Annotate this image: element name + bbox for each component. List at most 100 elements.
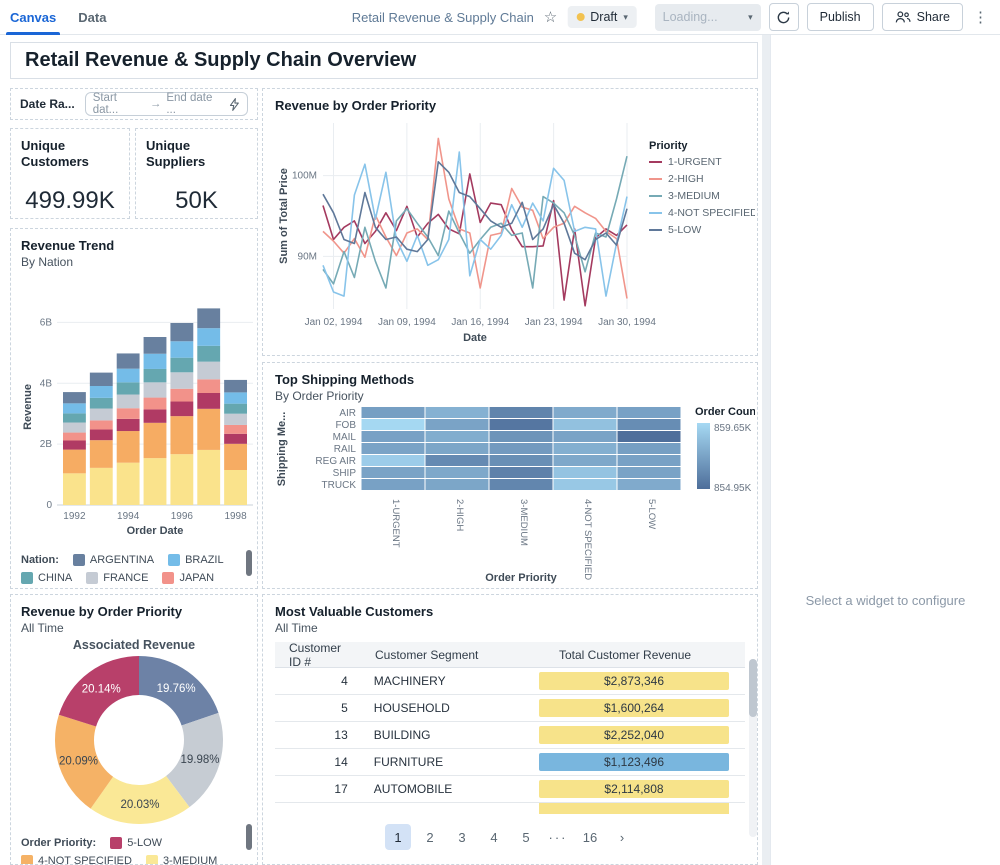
chevron-down-icon: ▾ (748, 12, 753, 23)
svg-text:20.14%: 20.14% (82, 684, 121, 696)
chevron-down-icon: ▾ (623, 12, 628, 23)
mode-tabs: Canvas Data (10, 0, 106, 35)
date-range-label: Date Ra... (20, 97, 75, 111)
svg-text:FOB: FOB (335, 420, 356, 431)
svg-text:Jan 30, 1994: Jan 30, 1994 (598, 317, 656, 328)
priority-donut-chart: 19.76%19.98%20.03%20.09%20.14% (21, 652, 257, 828)
share-button[interactable]: Share (882, 3, 963, 31)
svg-text:2B: 2B (40, 439, 53, 450)
widget-date-range-filter: Date Ra... Start dat... → End date ... (10, 88, 258, 120)
col-header-segment[interactable]: Customer Segment (375, 648, 543, 662)
svg-text:1994: 1994 (117, 511, 140, 522)
publish-button[interactable]: Publish (807, 3, 874, 31)
cell-customer-id: 4 (275, 674, 374, 688)
refresh-button[interactable] (769, 3, 799, 31)
table-scrollbar[interactable] (749, 659, 757, 837)
next-page-button[interactable]: › (609, 824, 635, 850)
chart-subtitle: All Time (21, 621, 257, 635)
table-row[interactable]: 17 AUTOMOBILE $2,114,808 (275, 776, 745, 803)
chart-subtitle: By Order Priority (275, 389, 757, 403)
widget-kpi-unique-suppliers[interactable]: Unique Suppliers 50K (135, 128, 258, 219)
legend-title: Nation: (21, 554, 59, 566)
page-button[interactable]: 5 (513, 824, 539, 850)
date-range-input[interactable]: Start dat... → End date ... (85, 92, 248, 116)
legend-item[interactable]: 5-LOW (110, 837, 162, 849)
tab-data[interactable]: Data (78, 0, 106, 35)
widget-kpi-unique-customers[interactable]: Unique Customers 499.99K (10, 128, 130, 219)
legend-item[interactable]: 3-MEDIUM (146, 855, 217, 865)
svg-text:5-LOW: 5-LOW (646, 499, 657, 529)
svg-text:4-NOT SPECIFIED: 4-NOT SPECIFIED (582, 499, 593, 580)
table-row[interactable]: 14 FURNITURE $1,123,496 (275, 749, 745, 776)
svg-text:2-HIGH: 2-HIGH (668, 173, 704, 185)
lightning-bolt-icon (229, 98, 240, 111)
favorite-star-icon[interactable]: ☆ (544, 8, 557, 26)
widget-top-shipping-methods[interactable]: Top Shipping Methods By Order Priority A… (262, 362, 758, 589)
table-row-partial (275, 803, 745, 814)
widget-revenue-trend[interactable]: Revenue Trend By Nation 02B4B6B199219941… (10, 228, 258, 589)
svg-text:859.65K: 859.65K (714, 423, 752, 434)
page-button[interactable]: 2 (417, 824, 443, 850)
svg-text:2-HIGH: 2-HIGH (454, 499, 465, 531)
svg-text:1-URGENT: 1-URGENT (668, 156, 722, 168)
overflow-menu-icon[interactable]: ⋮ (971, 8, 990, 26)
legend-item[interactable]: FRANCE (86, 572, 148, 584)
widget-revenue-by-priority-line[interactable]: Revenue by Order Priority 90M100MJan 02,… (262, 88, 758, 356)
legend-swatch (86, 572, 98, 584)
widget-page-title[interactable]: Retail Revenue & Supply Chain Overview (10, 42, 758, 79)
shipping-methods-heatmap: AIRFOBMAILRAILREG AIRSHIPTRUCK1-URGENT2-… (275, 403, 755, 589)
cell-segment: AUTOMOBILE (374, 782, 539, 796)
scrollbar-thumb[interactable] (749, 659, 757, 717)
nation-legend: Nation: ARGENTINA BRAZIL CHINA FRANCE JAPAN (21, 554, 257, 584)
kpi-value: 50K (146, 187, 247, 215)
legend-item[interactable]: ARGENTINA (73, 554, 154, 566)
chart-title: Revenue Trend (21, 238, 257, 253)
page-button[interactable]: 16 (577, 824, 603, 850)
page-button[interactable]: 4 (481, 824, 507, 850)
cell-revenue: $1,123,496 (539, 753, 745, 771)
page-button[interactable]: 1 (385, 824, 411, 850)
widget-revenue-by-priority-donut[interactable]: Revenue by Order Priority All Time Assoc… (10, 594, 258, 865)
chart-title: Revenue by Order Priority (21, 604, 257, 619)
legend-item[interactable]: JAPAN (162, 572, 214, 584)
priority-legend: Order Priority: 5-LOW 4-NOT SPECIFIED 3-MED… (21, 837, 257, 865)
svg-text:Jan 09, 1994: Jan 09, 1994 (378, 317, 436, 328)
cell-customer-id: 5 (275, 701, 374, 715)
table-row[interactable]: 4 MACHINERY $2,873,346 (275, 668, 745, 695)
cell-segment: FURNITURE (374, 755, 539, 769)
legend-swatch (73, 554, 85, 566)
table-row[interactable]: 5 HOUSEHOLD $1,600,264 (275, 695, 745, 722)
loading-dropdown[interactable]: Loading... ▾ (655, 4, 761, 31)
tab-canvas[interactable]: Canvas (10, 0, 56, 35)
share-label: Share (917, 10, 950, 24)
svg-text:REG AIR: REG AIR (315, 456, 356, 467)
svg-text:TRUCK: TRUCK (322, 480, 357, 491)
col-header-customer-id[interactable]: Customer ID # (275, 641, 375, 669)
col-header-revenue[interactable]: Total Customer Revenue (543, 648, 745, 662)
loading-label: Loading... (663, 10, 718, 24)
cell-customer-id: 14 (275, 755, 374, 769)
legend-title: Order Priority: (21, 837, 96, 849)
version-status-dropdown[interactable]: Draft ▾ (567, 6, 637, 28)
svg-text:19.76%: 19.76% (157, 683, 196, 695)
legend-swatch (21, 855, 33, 865)
legend-item[interactable]: BRAZIL (168, 554, 224, 566)
cell-customer-id: 13 (275, 728, 374, 742)
page-button[interactable]: 3 (449, 824, 475, 850)
legend-item[interactable]: 4-NOT SPECIFIED (21, 855, 132, 865)
cell-segment: BUILDING (374, 728, 539, 742)
svg-text:Priority: Priority (649, 140, 688, 152)
end-date-placeholder: End date ... (166, 92, 224, 116)
share-people-icon (895, 10, 911, 24)
svg-text:1-URGENT: 1-URGENT (390, 499, 401, 548)
svg-text:0: 0 (46, 500, 52, 511)
legend-item[interactable]: CHINA (21, 572, 72, 584)
legend-swatch (21, 572, 33, 584)
chart-subtitle: By Nation (21, 255, 257, 269)
legend-scrollbar[interactable] (246, 824, 252, 850)
legend-scrollbar[interactable] (246, 550, 252, 576)
document-title[interactable]: Retail Revenue & Supply Chain (352, 10, 534, 25)
table-row[interactable]: 13 BUILDING $2,252,040 (275, 722, 745, 749)
svg-text:Date: Date (463, 332, 487, 344)
widget-most-valuable-customers[interactable]: Most Valuable Customers All Time Custome… (262, 594, 758, 865)
